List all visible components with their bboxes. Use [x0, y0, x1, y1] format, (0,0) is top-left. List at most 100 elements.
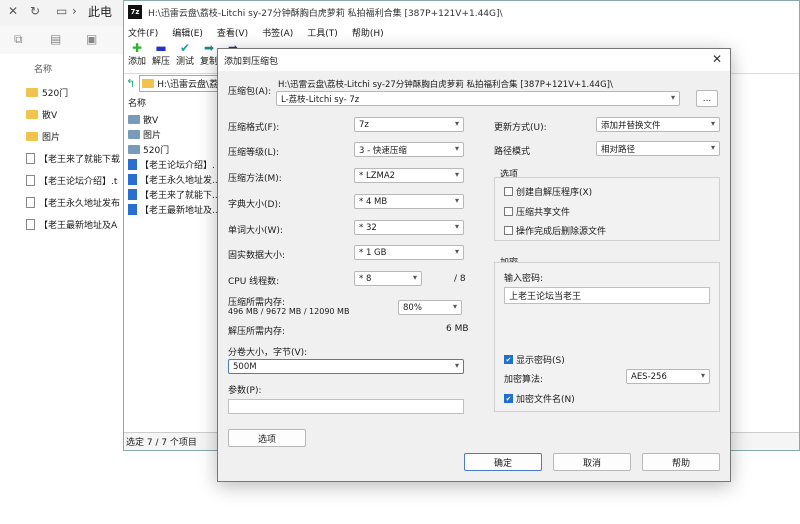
table-row[interactable]: 【老王来了就能下..: [128, 187, 218, 201]
list-item[interactable]: 【老王来了就能下载: [26, 150, 120, 166]
list-item[interactable]: 【老王论坛介绍】.t: [26, 172, 117, 188]
list-item[interactable]: 散V: [26, 106, 57, 122]
list-item-label: 【老王论坛介绍】.t: [39, 176, 118, 187]
dict-label: 字典大小(D):: [228, 200, 281, 210]
volume-size-combo[interactable]: 500M ▾: [228, 359, 464, 374]
format-select[interactable]: 7z ▾: [354, 117, 464, 132]
refresh-icon[interactable]: ↻: [30, 4, 40, 18]
level-select[interactable]: 3 - 快速压缩 ▾: [354, 142, 464, 157]
dialog-titlebar: 添加到压缩包 ✕: [218, 49, 730, 71]
toolbar-button-0[interactable]: ✚ 添加: [126, 41, 148, 73]
address-input[interactable]: H:\迅雷云盘\荔: [139, 75, 224, 92]
close-icon[interactable]: ✕: [8, 4, 18, 18]
decomp-value: 6 MB: [446, 324, 469, 334]
table-row[interactable]: 【老王最新地址及..: [128, 202, 218, 216]
up-folder-icon[interactable]: ↰: [126, 77, 135, 90]
close-icon[interactable]: ✕: [712, 52, 722, 66]
explorer-path[interactable]: 此电: [88, 3, 112, 20]
toolbar-button-label: 复制: [199, 57, 218, 67]
fm-title: H:\迅雷云盘\荔枝-Litchi sy-27分钟酥胸白虎萝莉 私拍福利合集 […: [148, 8, 503, 19]
menu-bookmarks[interactable]: 书签(A): [262, 26, 293, 39]
list-item-label: 【老王永久地址发布: [39, 198, 121, 209]
row-label: 【老王论坛介绍】.: [140, 160, 215, 171]
monitor-icon: ▭: [56, 4, 68, 18]
mem-percent-select[interactable]: 80% ▾: [398, 300, 462, 315]
show-password-checkbox[interactable]: ✔ 显示密码(S): [504, 353, 565, 366]
list-item[interactable]: 520门: [26, 84, 68, 100]
table-row[interactable]: 【老王永久地址发..: [128, 172, 218, 186]
table-row[interactable]: 散V: [128, 112, 158, 126]
document-icon: [128, 203, 137, 215]
table-row[interactable]: 图片: [128, 127, 161, 141]
minus-icon: ▬: [155, 41, 167, 55]
word-select[interactable]: * 32 ▾: [354, 220, 464, 235]
solid-select[interactable]: * 1 GB ▾: [354, 245, 464, 260]
archive-name-combo[interactable]: L-荔枝-Litchi sy- 7z ▾: [276, 91, 680, 106]
encryption-method-select[interactable]: AES-256 ▾: [626, 369, 710, 384]
password-input[interactable]: 上老王论坛当老王: [504, 287, 710, 304]
folder-icon: [26, 131, 38, 141]
fm-menubar: 文件(F) 编辑(E) 查看(V) 书签(A) 工具(T) 帮助(H): [124, 23, 384, 41]
menu-edit[interactable]: 编辑(E): [172, 26, 203, 39]
menu-view[interactable]: 查看(V): [217, 26, 248, 39]
document-icon: [26, 174, 35, 186]
dict-select[interactable]: * 4 MB ▾: [354, 194, 464, 209]
list-item[interactable]: 【老王最新地址及A: [26, 216, 117, 232]
solid-label: 固实数据大小:: [228, 251, 286, 261]
document-icon: [26, 196, 35, 208]
update-label: 更新方式(U):: [494, 123, 547, 133]
document-icon: [128, 173, 137, 185]
row-label: 520门: [143, 145, 170, 156]
cancel-button[interactable]: 取消: [553, 453, 631, 471]
toolbar-button-1[interactable]: ▬ 解压: [150, 41, 172, 73]
chevron-down-icon: ▾: [670, 93, 675, 102]
status-text: 选定 7 / 7 个项目: [126, 438, 197, 448]
folder-icon: [26, 87, 38, 97]
menu-file[interactable]: 文件(F): [128, 26, 158, 39]
update-mode-select[interactable]: 添加并替换文件 ▾: [596, 117, 720, 132]
shared-files-checkbox[interactable]: 压缩共享文件: [504, 205, 570, 218]
params-input[interactable]: [228, 399, 464, 414]
word-label: 单词大小(W):: [228, 226, 283, 236]
document-icon: [26, 152, 35, 164]
column-header-name[interactable]: 名称: [34, 62, 52, 75]
sfx-checkbox[interactable]: 创建自解压程序(X): [504, 185, 592, 198]
cpu-total: / 8: [454, 274, 466, 284]
7zip-logo-icon: 7z: [128, 5, 142, 19]
ok-button[interactable]: 确定: [464, 453, 542, 471]
chevron-right-icon[interactable]: ›: [72, 4, 77, 18]
help-button[interactable]: 帮助: [642, 453, 720, 471]
list-item[interactable]: 图片: [26, 128, 60, 144]
method-select[interactable]: * LZMA2 ▾: [354, 168, 464, 183]
list-item-label: 【老王最新地址及A: [39, 220, 118, 231]
paste-icon[interactable]: ▤: [50, 32, 61, 46]
mem-values: 496 MB / 9672 MB / 12090 MB: [228, 307, 350, 316]
folder-icon: [26, 109, 38, 119]
toolbar-button-2[interactable]: ✔ 测试: [174, 41, 196, 73]
row-label: 【老王来了就能下..: [140, 190, 218, 201]
fm-titlebar: 7z H:\迅雷云盘\荔枝-Litchi sy-27分钟酥胸白虎萝莉 私拍福利合…: [124, 1, 799, 23]
menu-tools[interactable]: 工具(T): [307, 26, 338, 39]
list-item-label: 【老王来了就能下载: [39, 154, 121, 165]
rename-icon[interactable]: ▣: [86, 32, 97, 46]
level-label: 压缩等级(L):: [228, 148, 280, 158]
table-row[interactable]: 【老王论坛介绍】.: [128, 157, 215, 171]
path-mode-select[interactable]: 相对路径 ▾: [596, 141, 720, 156]
column-header-name[interactable]: 名称: [128, 96, 146, 109]
copy-icon[interactable]: ⧉: [14, 32, 23, 47]
list-item[interactable]: 【老王永久地址发布: [26, 194, 120, 210]
document-icon: [128, 188, 137, 200]
delete-after-checkbox[interactable]: 操作完成后删除源文件: [504, 224, 606, 237]
row-label: 【老王最新地址及..: [140, 205, 218, 216]
encrypt-names-checkbox[interactable]: ✔ 加密文件名(N): [504, 392, 575, 405]
table-row[interactable]: 520门: [128, 142, 169, 156]
path-mode-label: 路径模式: [494, 147, 531, 157]
cpu-select[interactable]: * 8 ▾: [354, 271, 422, 286]
encryption-group: [494, 262, 720, 412]
list-item-label: 图片: [42, 132, 61, 143]
menu-help[interactable]: 帮助(H): [352, 26, 384, 39]
list-item-label: 520门: [42, 88, 69, 99]
browse-button[interactable]: ...: [696, 90, 718, 107]
options-button[interactable]: 选项: [228, 429, 306, 447]
method-label: 压缩方法(M):: [228, 174, 282, 184]
